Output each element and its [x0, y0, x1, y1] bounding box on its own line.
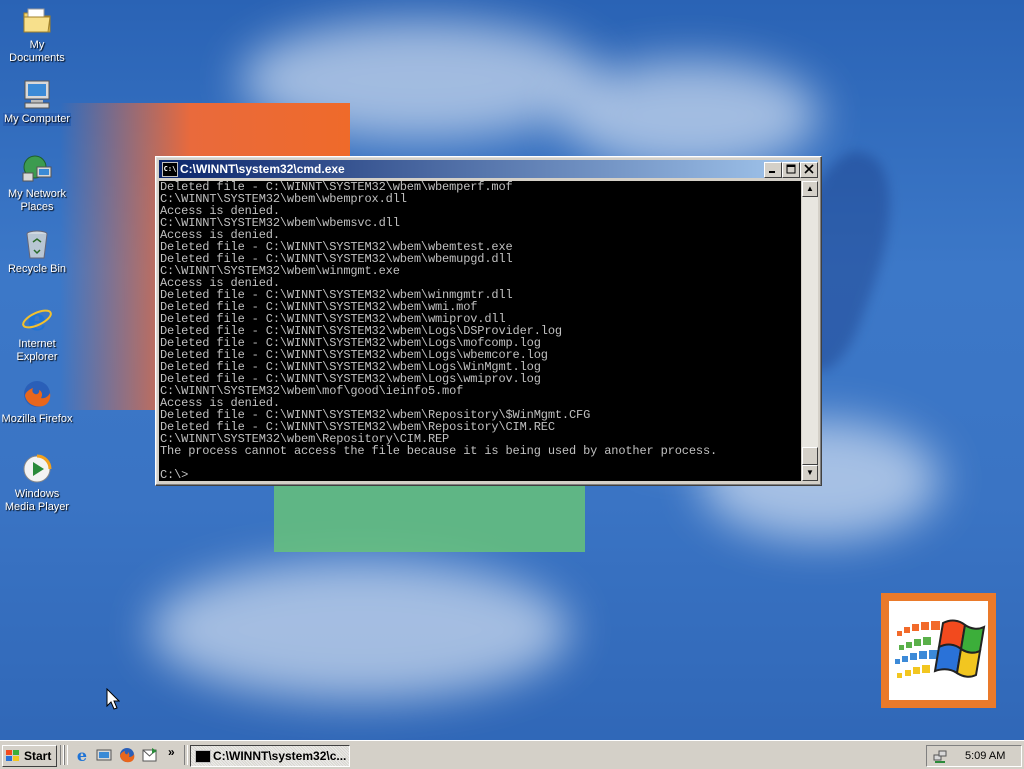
quick-launch-chevron[interactable]: »	[168, 745, 175, 759]
desktop-icon-label: Windows Media Player	[4, 488, 70, 513]
wallpaper-cloud	[150, 560, 570, 700]
desktop-icon-recycle-bin[interactable]: Recycle Bin	[0, 228, 74, 276]
scroll-thumb[interactable]	[802, 447, 818, 465]
desktop-icon-my-network-places[interactable]: My Network Places	[0, 153, 74, 214]
desktop-icon-label: My Documents	[9, 39, 65, 64]
desktop-icon-windows-media-player[interactable]: Windows Media Player	[0, 453, 74, 514]
desktop-icon-my-documents[interactable]: My Documents	[0, 4, 74, 65]
cmd-window[interactable]: C:\ C:\WINNT\system32\cmd.exe Deleted fi…	[155, 156, 822, 486]
console-icon	[195, 750, 211, 763]
desktop-icon-mozilla-firefox[interactable]: Mozilla Firefox	[0, 378, 74, 426]
close-button[interactable]	[800, 162, 818, 178]
desktop-icon-label: My Network Places	[7, 188, 67, 213]
taskbar: Start e » C:\WINNT\system32\c... 5:09 AM	[0, 740, 1024, 769]
outlook-express-icon[interactable]	[142, 747, 158, 763]
maximize-button[interactable]	[782, 162, 800, 178]
mouse-cursor-icon	[106, 688, 120, 710]
folder-icon	[21, 4, 53, 36]
clock[interactable]: 5:09 AM	[965, 746, 1005, 766]
maximize-icon	[786, 164, 796, 174]
scroll-down-button[interactable]: ▼	[802, 465, 818, 481]
minimize-icon	[769, 171, 775, 173]
start-label: Start	[24, 749, 52, 763]
firefox-icon[interactable]	[119, 747, 135, 763]
desktop-icon-label: Recycle Bin	[7, 263, 67, 275]
taskbar-separator	[64, 745, 68, 765]
wallpaper-cloud	[560, 60, 820, 170]
media-player-icon	[21, 453, 53, 485]
internet-explorer-icon[interactable]: e	[74, 747, 90, 763]
system-tray: 5:09 AM	[926, 745, 1022, 767]
firefox-icon	[21, 378, 53, 410]
desktop-icon-my-computer[interactable]: My Computer	[0, 78, 74, 126]
internet-explorer-icon: e	[21, 303, 53, 338]
network-icon	[21, 153, 53, 185]
windows-logo	[881, 593, 996, 708]
desktop-icon-label: My Computer	[2, 113, 72, 126]
cmd-titlebar[interactable]: C:\ C:\WINNT\system32\cmd.exe	[159, 160, 818, 178]
desktop-icon-label: Mozilla Firefox	[1, 413, 73, 425]
minimize-button[interactable]	[764, 162, 782, 178]
task-button-cmd[interactable]: C:\WINNT\system32\c...	[190, 745, 350, 767]
start-button[interactable]: Start	[2, 745, 57, 767]
desktop-icon-internet-explorer[interactable]: e Internet Explorer	[0, 303, 74, 364]
console-icon: C:\	[162, 162, 178, 177]
windows-flag-icon	[6, 750, 19, 761]
task-button-label: C:\WINNT\system32\c...	[213, 749, 347, 763]
desktop-icon-label: Internet Explorer	[16, 338, 58, 363]
recycle-bin-icon	[21, 228, 53, 260]
svg-text:e: e	[27, 303, 46, 335]
window-title: C:\WINNT\system32\cmd.exe	[180, 162, 345, 176]
taskbar-separator	[184, 745, 188, 765]
console-text: Deleted file - C:\WINNT\SYSTEM32\wbem\wb…	[160, 181, 718, 481]
network-status-icon[interactable]	[933, 749, 947, 763]
computer-icon	[21, 78, 53, 110]
show-desktop-icon[interactable]	[96, 747, 112, 763]
svg-text:e: e	[77, 747, 87, 763]
scroll-up-button[interactable]: ▲	[802, 181, 818, 197]
console-output[interactable]: Deleted file - C:\WINNT\SYSTEM32\wbem\wb…	[159, 181, 801, 481]
vertical-scrollbar[interactable]: ▲ ▼	[802, 181, 818, 481]
close-icon	[804, 164, 814, 174]
